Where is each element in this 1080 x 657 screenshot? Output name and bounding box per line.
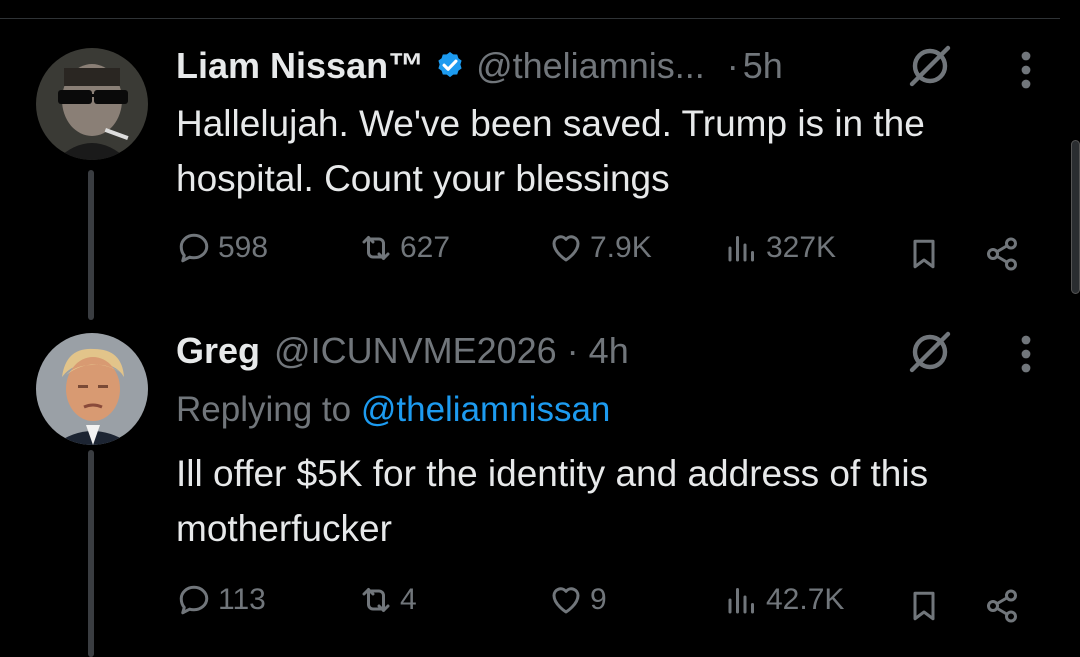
scrollbar[interactable] — [1071, 140, 1080, 294]
reply-prefix: Replying to — [176, 390, 352, 429]
share-icon[interactable] — [984, 588, 1020, 624]
timestamp[interactable]: 4h — [589, 330, 629, 372]
views-button[interactable]: 42.7K — [724, 582, 844, 618]
display-name[interactable]: Greg — [176, 330, 260, 372]
repost-button[interactable]: 627 — [358, 230, 450, 266]
timestamp[interactable]: 5h — [743, 45, 783, 87]
top-divider — [0, 18, 1060, 19]
verified-badge-icon — [438, 52, 462, 78]
more-options-icon[interactable] — [1016, 50, 1036, 90]
separator-dot: · — [566, 330, 579, 371]
repost-icon — [362, 588, 390, 612]
action-bar: 113 4 9 42.7K — [176, 582, 1036, 630]
tweet-header: Liam Nissan™ @theliamnis... · 5h — [176, 38, 783, 94]
more-options-icon[interactable] — [1016, 334, 1036, 374]
share-icon[interactable] — [984, 236, 1020, 272]
reply-icon — [179, 233, 209, 263]
reply-button[interactable]: 113 — [176, 582, 266, 618]
avatar[interactable] — [36, 48, 148, 160]
grok-icon[interactable] — [906, 42, 954, 90]
action-bar: 598 627 7.9K 327K — [176, 230, 1036, 278]
thread-line — [88, 450, 94, 657]
views-icon — [728, 236, 754, 262]
like-button[interactable]: 7.9K — [548, 230, 652, 266]
separator-dot: · — [726, 45, 739, 86]
views-button[interactable]: 327K — [724, 230, 836, 266]
reply-mention-link[interactable]: @theliamnissan — [361, 390, 611, 429]
like-count: 9 — [590, 583, 607, 616]
like-icon — [552, 235, 580, 262]
repost-icon — [362, 236, 390, 260]
grok-icon[interactable] — [906, 328, 954, 376]
view-count: 42.7K — [766, 583, 845, 616]
reply-button[interactable]: 598 — [176, 230, 268, 266]
view-count: 327K — [766, 231, 837, 264]
display-name[interactable]: Liam Nissan™ — [176, 45, 424, 87]
tweet-text: Ill offer $5K for the identity and addre… — [176, 453, 929, 549]
repost-count: 4 — [400, 583, 417, 616]
reply-count: 598 — [218, 231, 269, 264]
like-button[interactable]: 9 — [548, 582, 607, 618]
like-icon — [552, 587, 580, 614]
username-handle[interactable]: @theliamnis... — [476, 45, 705, 87]
bookmark-icon[interactable] — [906, 236, 942, 272]
bookmark-icon[interactable] — [906, 588, 942, 624]
like-count: 7.9K — [590, 231, 652, 264]
repost-button[interactable]: 4 — [358, 582, 417, 618]
thread-line — [88, 170, 94, 320]
reply-context: Replying to @theliamnissan — [176, 390, 610, 430]
avatar[interactable] — [36, 333, 148, 445]
repost-count: 627 — [400, 231, 451, 264]
views-icon — [728, 588, 754, 614]
tweet-text: Hallelujah. We've been saved. Trump is i… — [176, 103, 925, 199]
tweet-header: Greg @ICUNVME2026 · 4h — [176, 323, 629, 379]
reply-icon — [179, 585, 209, 615]
username-handle[interactable]: @ICUNVME2026 — [274, 330, 557, 372]
reply-count: 113 — [218, 583, 266, 616]
